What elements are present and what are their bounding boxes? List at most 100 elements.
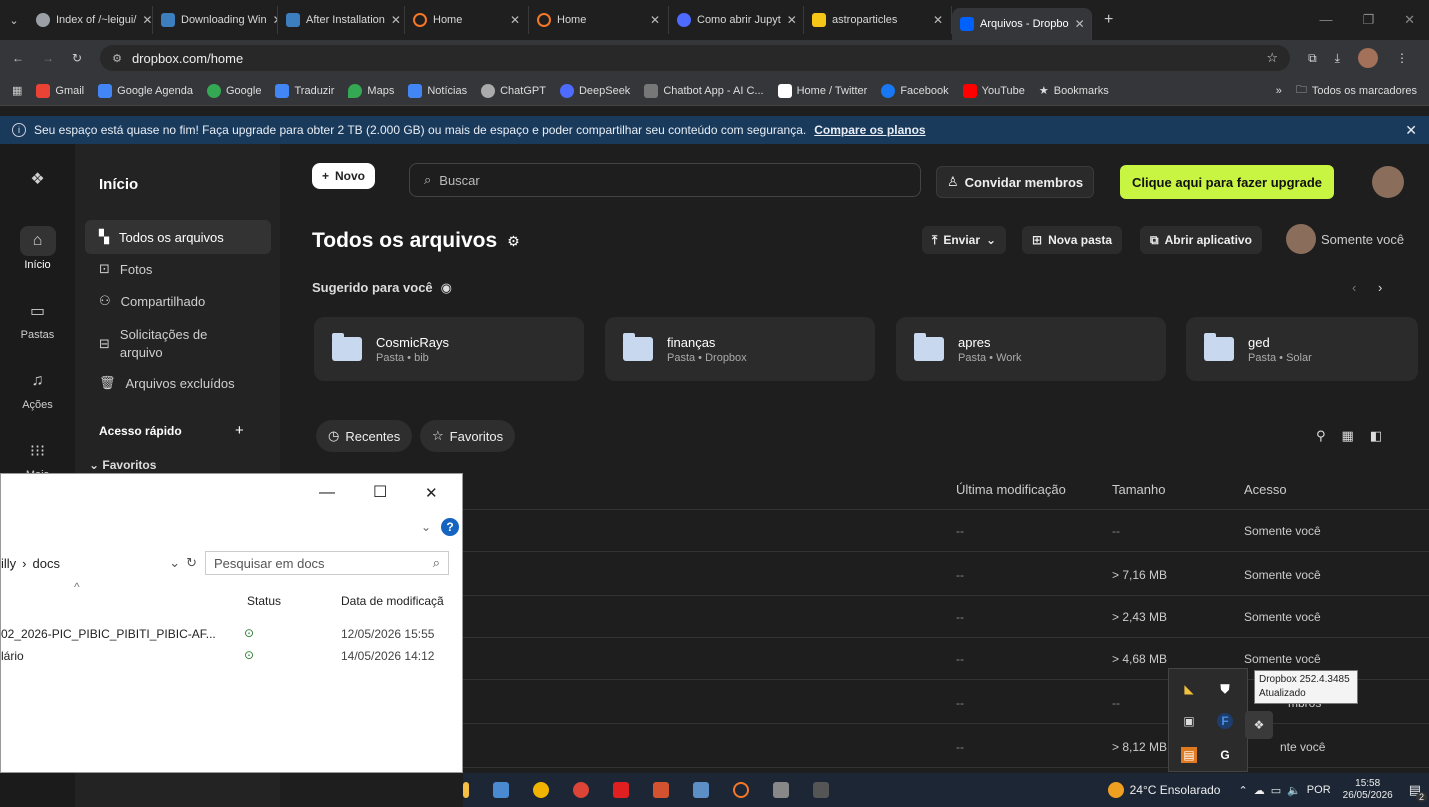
close-icon[interactable]: ✕ [1075,17,1085,31]
sidebar-item-photos[interactable]: ⊡ Fotos [85,252,271,286]
close-button[interactable]: ✕ [425,484,438,502]
reload-icon[interactable]: ↻ [72,51,82,65]
cloud-icon[interactable]: ☁ [1254,784,1265,797]
jupyter-taskbar-icon[interactable] [733,782,749,798]
help-button[interactable]: ? [441,518,459,536]
favorites-filter-chip[interactable]: ☆ Favoritos [420,420,516,452]
back-icon[interactable]: ← [12,51,24,65]
eye-icon[interactable]: ◉ [441,280,452,296]
tab-3[interactable]: After Installation ✕ [278,6,405,34]
chrome-taskbar-icon[interactable] [573,782,589,798]
dropbox-tray-icon[interactable]: ❖ [1245,711,1273,739]
clock[interactable]: 15:58 26/05/2026 [1343,778,1393,802]
bookmark-item[interactable]: YouTube [962,83,1025,98]
grammarly-icon[interactable]: G [1217,747,1233,763]
profile-avatar[interactable] [1357,48,1378,68]
weather-widget[interactable]: 24°C Ensolarado [1107,782,1220,798]
list-item[interactable]: lário ⊙ 14/05/2026 14:12 [1,646,463,668]
recent-filter-chip[interactable]: ◷ Recentes [316,420,413,452]
date-column-header[interactable]: Data de modificaçã [341,594,444,608]
bookmark-item[interactable]: Traduzir [275,83,334,98]
chrome-taskbar-icon[interactable] [533,782,549,798]
invite-members-button[interactable]: ♙ Convidar membros [936,166,1095,198]
suggested-card[interactable]: CosmicRays Pasta • bib [314,317,584,381]
search-input[interactable]: ⌕ Buscar [409,163,921,197]
new-button[interactable]: + Novo [312,163,376,189]
close-icon[interactable]: ✕ [391,13,401,27]
breadcrumb[interactable]: illy › docs ⌄ ↻ [1,551,197,575]
new-folder-button[interactable]: ⊞ Nova pasta [1022,226,1123,254]
rail-item-pastas[interactable]: ▭ Pastas [0,296,75,341]
suggested-card[interactable]: finanças Pasta • Dropbox [605,317,875,381]
ipython-taskbar-icon[interactable] [773,782,789,798]
tab-7[interactable]: astroparticles ✕ [804,6,952,34]
bookmark-item[interactable]: DeepSeek [559,83,630,98]
prev-icon[interactable]: ‹ [1352,280,1356,295]
network-icon[interactable]: ▭ [1271,784,1281,797]
tab-5[interactable]: Home ✕ [529,6,669,34]
url-field[interactable]: ⚙ dropbox.com/home ☆ [100,45,1291,71]
hierarchy-icon[interactable]: ⚲ [1316,428,1326,444]
sidebar-item-all-files[interactable]: ▚ Todos os arquivos [85,220,271,254]
notification-icon[interactable]: ▤ 2 [1409,782,1427,802]
grid-view-icon[interactable]: ▦ [1342,428,1354,444]
acrobat-taskbar-icon[interactable] [613,782,629,798]
window-restore-icon[interactable]: ❐ [1362,12,1374,28]
forward-icon[interactable]: → [42,51,54,65]
tab-2[interactable]: Downloading Win✕ [153,6,278,34]
volume-icon[interactable]: 🔈 [1287,784,1301,797]
next-icon[interactable]: › [1378,280,1382,295]
open-app-button[interactable]: ⧉ Abrir aplicativo [1140,226,1262,254]
close-icon[interactable]: ✕ [787,13,797,27]
bookmark-item[interactable]: Google Agenda [98,83,193,98]
more-bookmarks-button[interactable]: » [1276,85,1282,97]
bookmark-item[interactable]: ChatGPT [481,83,546,98]
add-quick-access-button[interactable]: + [235,422,244,439]
chevron-up-icon[interactable]: ⌃ [1238,784,1247,797]
settings-gear-icon[interactable]: ⚙ [507,233,520,250]
bookmark-item[interactable]: Google [207,83,261,98]
site-info-icon[interactable]: ⚙ [112,52,122,65]
folder-taskbar-icon[interactable] [463,782,469,798]
dropdown-icon[interactable]: ⌄ [169,555,180,571]
bookmark-item[interactable]: Home / Twitter [777,83,867,98]
close-icon[interactable]: ✕ [142,13,152,27]
refresh-icon[interactable]: ↻ [186,555,197,571]
sidebar-item-file-requests[interactable]: ⊟ Solicitações de arquivo [85,322,271,366]
close-icon[interactable]: ✕ [510,13,520,27]
rail-item-inicio[interactable]: ⌂ Início [0,226,75,271]
maximize-button[interactable]: ☐ [373,482,387,502]
dropbox-logo[interactable]: ❖ [0,164,75,197]
window-minimize-icon[interactable]: — [1319,12,1332,28]
bookmark-star-icon[interactable]: ☆ [1266,50,1278,66]
send-button[interactable]: ⤒ Enviar ⌄ [922,226,1007,254]
bookmark-item[interactable]: Notícias [408,83,467,98]
bookmark-item[interactable]: Facebook [881,83,949,98]
tab-6[interactable]: Como abrir Jupyt ✕ [669,6,804,34]
language-indicator[interactable]: POR [1307,784,1331,796]
apps-grid-icon[interactable]: ▦ [12,84,22,97]
terminal-taskbar-icon[interactable] [813,782,829,798]
powerpoint-taskbar-icon[interactable] [653,782,669,798]
app-tray-icon[interactable]: ▣ [1181,713,1197,729]
sidebar-item-deleted[interactable]: 🗑 Arquivos excluídos [85,366,271,400]
new-tab-button[interactable]: + [1092,11,1125,29]
suggested-card[interactable]: apres Pasta • Work [896,317,1166,381]
menu-icon[interactable]: ⋮ [1396,51,1408,65]
search-input[interactable]: Pesquisar em docs ⌕ [205,551,449,575]
minimize-button[interactable]: — [319,484,335,502]
app-taskbar-icon[interactable] [493,782,509,798]
bookmark-item[interactable]: Gmail [36,83,84,98]
suggested-card[interactable]: ged Pasta • Solar [1186,317,1418,381]
app-tray-icon[interactable]: F [1217,713,1233,729]
avatar[interactable] [1372,166,1404,198]
rail-item-acoes[interactable]: ♫ Ações [0,366,75,411]
compare-plans-link[interactable]: Compare os planos [814,123,925,137]
tab-4[interactable]: Home ✕ [405,6,529,34]
status-column-header[interactable]: Status [247,594,281,608]
bookmark-item[interactable]: Maps [348,83,394,98]
close-icon[interactable]: ✕ [933,13,943,27]
app-tray-icon[interactable]: ▤ [1181,747,1197,763]
all-bookmarks-button[interactable]: 🗀 Todos os marcadores [1296,81,1417,100]
bookmark-item[interactable]: Chatbot App - AI C... [644,83,764,98]
